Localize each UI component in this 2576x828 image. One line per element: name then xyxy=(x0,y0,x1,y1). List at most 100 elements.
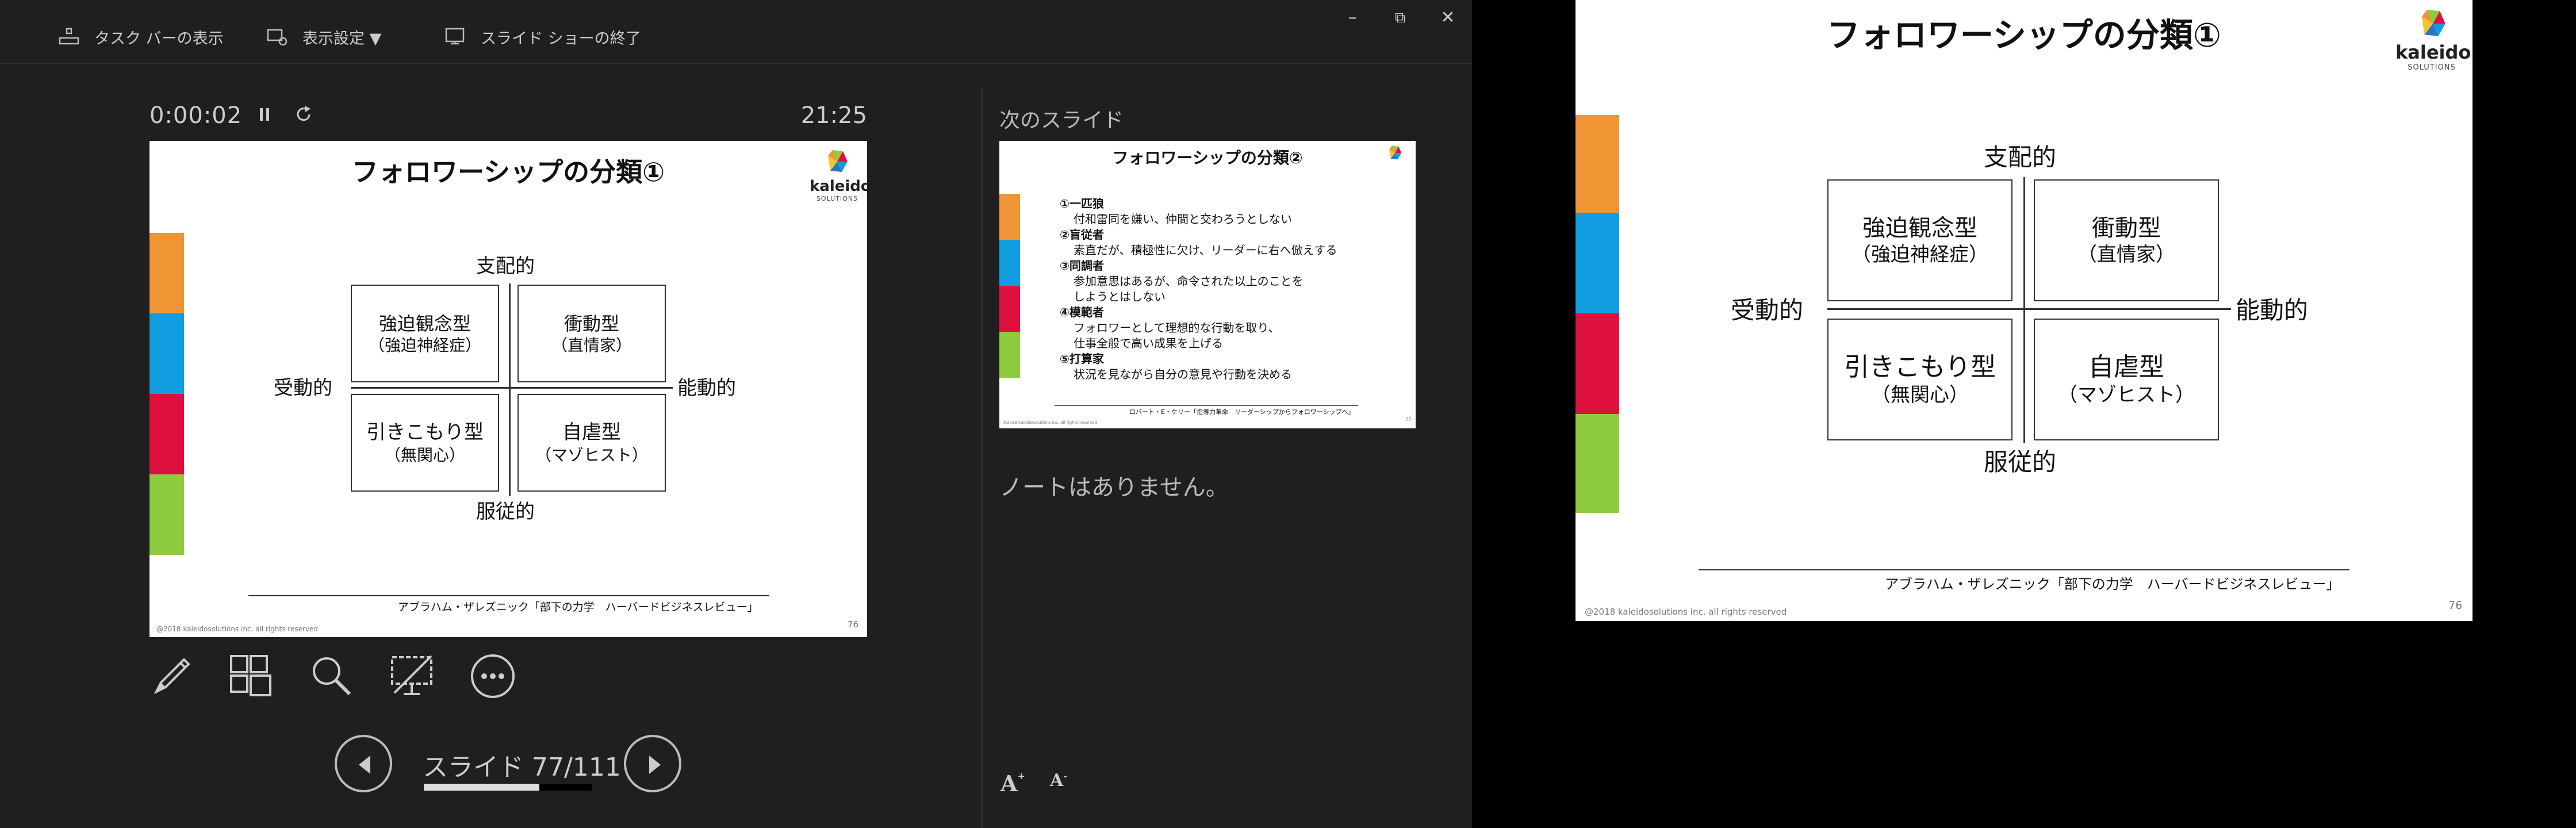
list-item-head: ④模範者 xyxy=(1060,305,1104,319)
quadrant-title: 衝動型 xyxy=(2092,214,2161,241)
quadrant-bottom-right: 自虐型 （マゾヒスト） xyxy=(518,394,666,492)
show-taskbar-label: タスク バーの表示 xyxy=(94,29,224,48)
close-button[interactable]: ✕ xyxy=(1431,3,1465,32)
presenter-toolbar: タスク バーの表示 表示設定 ▼ スライド ショーの終了 – ⧉ ✕ xyxy=(0,0,1472,64)
list-item-desc: フォロワーとして理想的な行動を取り、 xyxy=(1074,321,1280,335)
logo-name: kaleido xyxy=(2395,41,2471,63)
next-slide-button[interactable] xyxy=(624,735,681,792)
taskbar-icon xyxy=(59,28,79,45)
vertical-axis xyxy=(2023,177,2025,443)
show-taskbar-button[interactable]: タスク バーの表示 xyxy=(57,25,224,48)
logo-subtitle: SOLUTIONS xyxy=(816,195,858,202)
increase-font-button[interactable]: A+ xyxy=(1000,770,1025,796)
next-slide-list: ①一匹狼 付和雷同を嫌い、仲間と交わろうとしない ②盲従者 素直だが、積極性に欠… xyxy=(1060,196,1337,382)
horizontal-axis xyxy=(1827,308,2231,310)
previous-slide-button[interactable] xyxy=(335,735,392,792)
restore-button[interactable]: ⧉ xyxy=(1383,3,1417,32)
elapsed-timer: 0:00:02 xyxy=(150,102,243,129)
page-number: 76 xyxy=(2448,599,2463,612)
quadrant-top-right: 衝動型 （直情家） xyxy=(518,285,666,382)
slide-progress-fill xyxy=(424,784,540,791)
next-slide-label: 次のスライド xyxy=(999,109,1124,132)
pen-icon[interactable] xyxy=(148,653,195,700)
display-settings-label: 表示設定 ▼ xyxy=(302,29,382,48)
chevron-left-icon xyxy=(359,756,370,774)
logo-subtitle: SOLUTIONS xyxy=(2408,63,2456,72)
accent-bar-red xyxy=(150,394,184,474)
black-screen-icon[interactable] xyxy=(389,653,436,700)
quadrant-title: 自虐型 xyxy=(2088,352,2164,382)
list-item-head: ②盲従者 xyxy=(1060,228,1104,241)
accent-bar-red xyxy=(999,286,1020,332)
list-item-desc: 参加意思はあるが、命令された以上のことを xyxy=(1074,274,1304,288)
quadrant-subtitle: （無関心） xyxy=(1871,384,1969,407)
current-slide: フォロワーシップの分類① kaleido SOLUTIONS 支配的 服従的 受… xyxy=(150,141,867,637)
copyright: @2018 kaleidosolutions inc. all rights r… xyxy=(1585,607,1787,617)
slide-progress-bar xyxy=(424,784,592,791)
kaleido-logo: kaleido SOLUTIONS xyxy=(2395,7,2471,76)
list-item-head: ③同調者 xyxy=(1060,259,1104,273)
presenter-view: タスク バーの表示 表示設定 ▼ スライド ショーの終了 – ⧉ ✕ 0:00:… xyxy=(0,0,1472,828)
quadrant-title: 強迫観念型 xyxy=(378,312,471,335)
list-item-desc: 付和雷同を嫌い、仲間と交わろうとしない xyxy=(1074,212,1292,226)
quadrant-subtitle: （強迫神経症） xyxy=(1851,243,1988,266)
quadrant-title: 引きこもり型 xyxy=(1844,352,1996,382)
next-slide-title: フォロワーシップの分類② xyxy=(1112,148,1303,167)
increase-font-label: A xyxy=(1000,770,1018,796)
minimize-button[interactable]: – xyxy=(1335,3,1370,32)
audience-slide: フォロワーシップの分類① kaleido SOLUTIONS 支配的 服従的 受… xyxy=(1575,0,2472,621)
decrease-font-label: A xyxy=(1050,770,1064,791)
reset-timer-icon[interactable] xyxy=(293,103,314,125)
next-slide-page-number: 77 xyxy=(1405,417,1412,422)
speaker-notes: ノートはありません。 xyxy=(999,474,1229,501)
logo-name: kaleido xyxy=(810,178,867,195)
kaleido-logo-icon xyxy=(1389,145,1402,160)
axis-label-right: 能動的 xyxy=(2236,296,2309,324)
more-icon[interactable] xyxy=(469,653,516,700)
kaleido-logo: kaleido SOLUTIONS xyxy=(810,148,867,205)
source-divider xyxy=(1699,569,2349,570)
axis-label-left: 受動的 xyxy=(274,377,332,400)
display-settings-button[interactable]: 表示設定 ▼ xyxy=(266,25,381,48)
zoom-icon[interactable] xyxy=(308,653,355,700)
layout-icon[interactable] xyxy=(228,653,275,700)
axis-label-right: 能動的 xyxy=(677,377,736,400)
vertical-axis xyxy=(509,283,511,496)
quadrant-title: 衝動型 xyxy=(564,312,619,335)
horizontal-axis xyxy=(351,387,673,389)
quadrant-top-left: 強迫観念型 （強迫神経症） xyxy=(1827,179,2012,301)
source-divider xyxy=(1055,405,1358,406)
list-item-desc: しようとはしない xyxy=(1074,290,1166,304)
quadrant-subtitle: （強迫神経症） xyxy=(368,335,481,355)
kaleido-logo-icon xyxy=(828,150,848,172)
pause-icon[interactable] xyxy=(256,103,274,125)
quadrant-title: 自虐型 xyxy=(562,421,621,444)
axis-label-top: 支配的 xyxy=(1984,143,2057,171)
accent-bar-green xyxy=(150,474,184,555)
axis-label-left: 受動的 xyxy=(1731,296,1804,324)
slide-title: フォロワーシップの分類① xyxy=(1827,16,2221,55)
quadrant-top-left: 強迫観念型 （強迫神経症） xyxy=(351,285,499,382)
accent-bar-green xyxy=(1575,414,1619,513)
copyright: @2018 kaleidosolutions inc. all rights r… xyxy=(156,625,319,633)
quadrant-bottom-left: 引きこもり型 （無関心） xyxy=(1827,319,2012,440)
quadrant-subtitle: （無関心） xyxy=(384,445,465,465)
list-item-desc: 仕事全般で高い成果を上げる xyxy=(1074,336,1223,350)
quadrant-subtitle: （マゾヒスト） xyxy=(535,445,648,465)
current-time: 21:25 xyxy=(800,102,867,129)
accent-bar-orange xyxy=(150,233,184,313)
next-slide-preview[interactable]: フォロワーシップの分類② ①一匹狼 付和雷同を嫌い、仲間と交わろうとしない ②盲… xyxy=(999,141,1416,428)
accent-bar-blue xyxy=(1575,213,1619,313)
source-divider xyxy=(248,595,769,596)
decrease-font-button[interactable]: A- xyxy=(1050,770,1067,791)
axis-label-bottom: 服従的 xyxy=(1984,448,2057,476)
chevron-right-icon xyxy=(649,756,661,774)
accent-bar-blue xyxy=(999,240,1020,286)
quadrant-subtitle: （マゾヒスト） xyxy=(2058,384,2195,407)
list-item-desc: 状況を見ながら自分の意見や行動を決める xyxy=(1074,367,1292,381)
accent-bar-red xyxy=(1575,313,1619,414)
end-slideshow-button[interactable]: スライド ショーの終了 xyxy=(444,25,641,48)
quadrant-subtitle: （直情家） xyxy=(2077,243,2175,266)
end-slideshow-label: スライド ショーの終了 xyxy=(481,29,641,48)
pane-divider[interactable] xyxy=(982,86,983,828)
